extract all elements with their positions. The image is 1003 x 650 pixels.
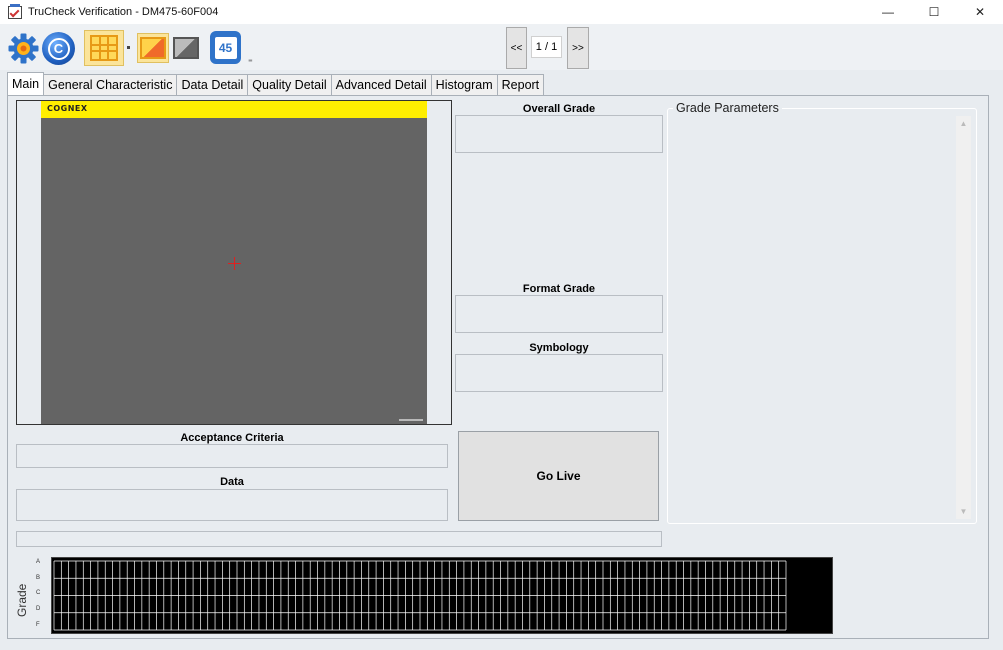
number-45-icon[interactable]: 45 <box>210 31 241 64</box>
grade-parameters-title: Grade Parameters <box>673 101 782 115</box>
live-image[interactable]: COGNEX <box>41 101 427 424</box>
format-grade-label: Format Grade <box>522 283 596 295</box>
grid-icon[interactable] <box>84 30 124 66</box>
symbology-label: Symbology <box>529 342 589 354</box>
maximize-button[interactable]: ☐ <box>911 0 957 24</box>
grade-tick-b: B <box>36 575 41 581</box>
image-fineprint <box>399 419 423 421</box>
grade-tick-f: F <box>36 622 40 628</box>
grade-parameters-scrollbar[interactable]: ▲ ▼ <box>956 116 971 519</box>
cognex-c-icon[interactable]: C <box>42 32 75 65</box>
window-title: TruCheck Verification - DM475-60F004 <box>28 6 219 18</box>
grade-parameters-list[interactable] <box>675 116 971 519</box>
grade-grid <box>53 560 787 631</box>
data-field <box>16 489 448 521</box>
image-viewer[interactable]: COGNEX <box>16 100 452 425</box>
tab-data-detail[interactable]: Data Detail <box>176 74 249 95</box>
trucheck-app-icon <box>7 4 23 20</box>
crosshair-icon <box>228 257 241 270</box>
tab-bar: Main General Characteristic Data Detail … <box>7 72 545 95</box>
gear-icon[interactable] <box>8 33 39 64</box>
acceptance-criteria-label: Acceptance Criteria <box>180 432 284 444</box>
previous-page-button[interactable]: << <box>506 27 527 69</box>
tab-report[interactable]: Report <box>496 74 545 95</box>
toolbar: C 45 ₌ <box>0 24 1003 70</box>
grade-tick-d: D <box>36 606 41 612</box>
overall-grade-label: Overall Grade <box>522 103 596 115</box>
cognex-banner: COGNEX <box>41 101 427 118</box>
tab-quality-detail[interactable]: Quality Detail <box>247 74 332 95</box>
grade-axis-ticks: A B C D F <box>36 557 46 635</box>
tab-advanced-detail[interactable]: Advanced Detail <box>330 74 432 95</box>
progress-bar <box>16 531 662 547</box>
grade-tick-a: A <box>36 559 41 565</box>
close-button[interactable]: ✕ <box>957 0 1003 24</box>
tab-general-characteristic[interactable]: General Characteristic <box>43 74 178 95</box>
grade-axis-label: Grade <box>15 583 29 617</box>
window-controls: — ☐ ✕ <box>865 0 1003 24</box>
grade-history-chart <box>51 557 833 634</box>
cognex-logo: COGNEX <box>47 104 88 113</box>
tab-main[interactable]: Main <box>7 72 45 95</box>
tab-histogram[interactable]: Histogram <box>430 74 498 95</box>
toolbar-overflow-icon[interactable]: ₌ <box>248 54 253 65</box>
data-label: Data <box>220 476 244 488</box>
acceptance-criteria-field <box>16 444 448 468</box>
title-bar: TruCheck Verification - DM475-60F004 — ☐… <box>0 0 1003 24</box>
overall-grade-field <box>455 115 663 153</box>
page-indicator: 1 / 1 <box>531 36 562 58</box>
grade-tick-c: C <box>36 590 41 596</box>
scroll-down-icon[interactable]: ▼ <box>956 504 971 519</box>
dropdown-dot[interactable] <box>127 46 130 49</box>
go-live-button[interactable]: Go Live <box>458 431 659 521</box>
symbology-field <box>455 354 663 392</box>
scroll-up-icon[interactable]: ▲ <box>956 116 971 131</box>
color-image-icon[interactable] <box>137 33 169 63</box>
next-page-button[interactable]: >> <box>567 27 589 69</box>
format-grade-field <box>455 295 663 333</box>
minimize-button[interactable]: — <box>865 0 911 24</box>
gray-image-icon[interactable] <box>171 33 201 63</box>
